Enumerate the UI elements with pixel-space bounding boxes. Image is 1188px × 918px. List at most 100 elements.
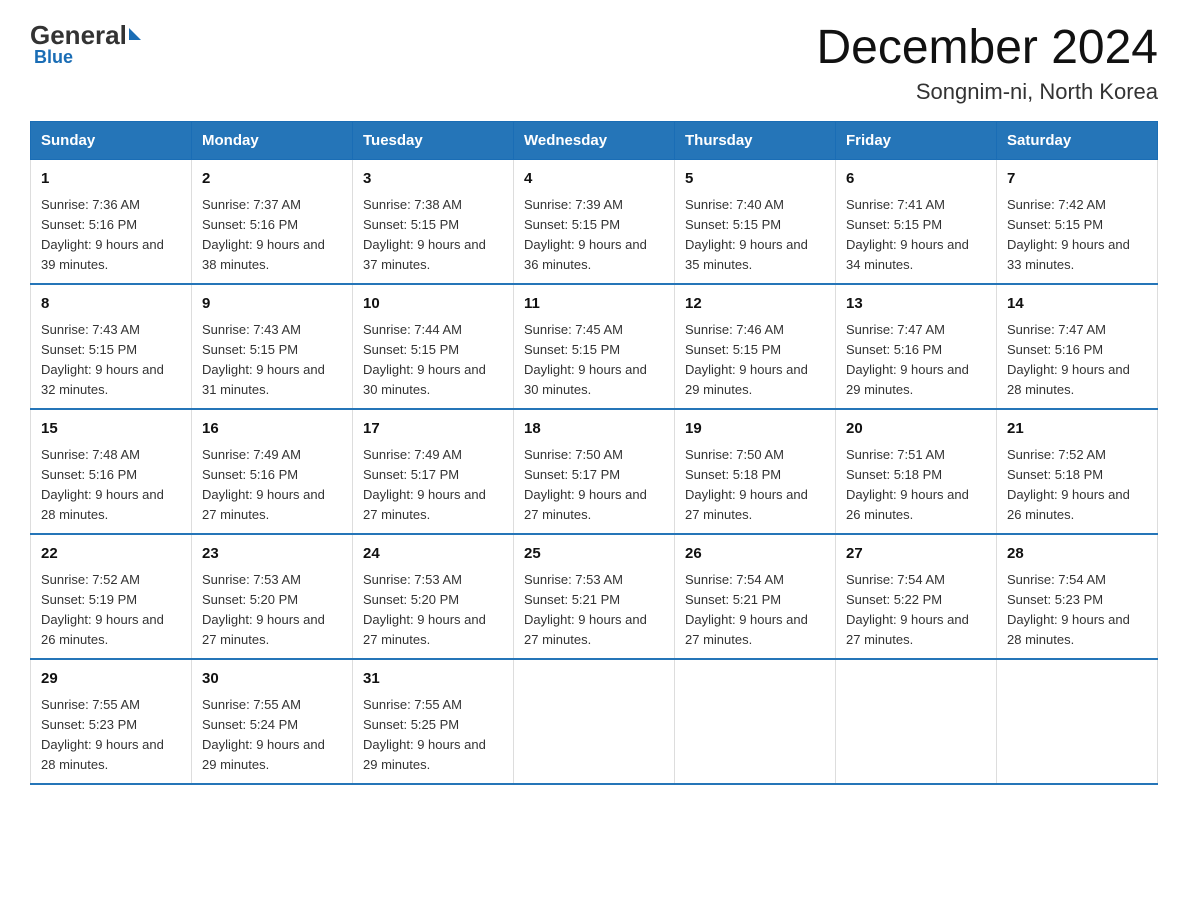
calendar-table: SundayMondayTuesdayWednesdayThursdayFrid… xyxy=(30,121,1158,785)
calendar-cell: 11 Sunrise: 7:45 AMSunset: 5:15 PMDayligh… xyxy=(514,284,675,409)
day-info: Sunrise: 7:46 AMSunset: 5:15 PMDaylight:… xyxy=(685,320,825,401)
day-number: 28 xyxy=(1007,543,1147,566)
day-number: 14 xyxy=(1007,293,1147,316)
day-number: 6 xyxy=(846,168,986,191)
calendar-cell: 12 Sunrise: 7:46 AMSunset: 5:15 PMDayligh… xyxy=(675,284,836,409)
day-info: Sunrise: 7:36 AMSunset: 5:16 PMDaylight:… xyxy=(41,195,181,276)
calendar-cell xyxy=(997,659,1158,784)
calendar-subtitle: Songnim-ni, North Korea xyxy=(816,79,1158,105)
header: General Blue December 2024 Songnim-ni, N… xyxy=(30,20,1158,105)
calendar-cell: 16Sunrise: 7:49 AMSunset: 5:16 PMDayligh… xyxy=(192,409,353,534)
calendar-cell: 25Sunrise: 7:53 AMSunset: 5:21 PMDayligh… xyxy=(514,534,675,659)
day-number: 7 xyxy=(1007,168,1147,191)
calendar-cell: 9 Sunrise: 7:43 AMSunset: 5:15 PMDaylight… xyxy=(192,284,353,409)
day-number: 26 xyxy=(685,543,825,566)
weekday-header-monday: Monday xyxy=(192,122,353,160)
calendar-body: 1Sunrise: 7:36 AMSunset: 5:16 PMDaylight… xyxy=(31,160,1158,785)
calendar-cell: 21 Sunrise: 7:52 AMSunset: 5:18 PMDayligh… xyxy=(997,409,1158,534)
calendar-cell: 1Sunrise: 7:36 AMSunset: 5:16 PMDaylight… xyxy=(31,160,192,285)
calendar-cell: 19Sunrise: 7:50 AMSunset: 5:18 PMDayligh… xyxy=(675,409,836,534)
day-info: Sunrise: 7:53 AMSunset: 5:21 PMDaylight:… xyxy=(524,570,664,651)
calendar-title: December 2024 xyxy=(816,20,1158,75)
day-number: 23 xyxy=(202,543,342,566)
calendar-week-row: 8Sunrise: 7:43 AMSunset: 5:15 PMDaylight… xyxy=(31,284,1158,409)
day-number: 2 xyxy=(202,168,342,191)
calendar-week-row: 22 Sunrise: 7:52 AMSunset: 5:19 PMDayligh… xyxy=(31,534,1158,659)
calendar-cell: 3 Sunrise: 7:38 AMSunset: 5:15 PMDaylight… xyxy=(353,160,514,285)
day-info: Sunrise: 7:52 AMSunset: 5:18 PMDaylight:… xyxy=(1007,445,1147,526)
day-number: 20 xyxy=(846,418,986,441)
day-number: 3 xyxy=(363,168,503,191)
day-number: 30 xyxy=(202,668,342,691)
calendar-cell xyxy=(514,659,675,784)
weekday-header-saturday: Saturday xyxy=(997,122,1158,160)
day-info: Sunrise: 7:55 AMSunset: 5:24 PMDaylight:… xyxy=(202,695,342,776)
weekday-header-thursday: Thursday xyxy=(675,122,836,160)
calendar-cell: 18 Sunrise: 7:50 AMSunset: 5:17 PMDayligh… xyxy=(514,409,675,534)
logo: General Blue xyxy=(30,20,141,68)
logo-triangle-icon xyxy=(129,28,141,40)
logo-blue-text: Blue xyxy=(34,47,73,68)
day-number: 29 xyxy=(41,668,181,691)
calendar-week-row: 15 Sunrise: 7:48 AMSunset: 5:16 PMDayligh… xyxy=(31,409,1158,534)
day-info: Sunrise: 7:53 AMSunset: 5:20 PMDaylight:… xyxy=(363,570,503,651)
day-info: Sunrise: 7:43 AMSunset: 5:15 PMDaylight:… xyxy=(202,320,342,401)
calendar-cell: 23Sunrise: 7:53 AMSunset: 5:20 PMDayligh… xyxy=(192,534,353,659)
day-number: 9 xyxy=(202,293,342,316)
day-number: 31 xyxy=(363,668,503,691)
day-info: Sunrise: 7:42 AMSunset: 5:15 PMDaylight:… xyxy=(1007,195,1147,276)
day-info: Sunrise: 7:55 AMSunset: 5:25 PMDaylight:… xyxy=(363,695,503,776)
day-info: Sunrise: 7:47 AMSunset: 5:16 PMDaylight:… xyxy=(1007,320,1147,401)
day-info: Sunrise: 7:52 AMSunset: 5:19 PMDaylight:… xyxy=(41,570,181,651)
calendar-cell: 30 Sunrise: 7:55 AMSunset: 5:24 PMDayligh… xyxy=(192,659,353,784)
calendar-cell: 26 Sunrise: 7:54 AMSunset: 5:21 PMDayligh… xyxy=(675,534,836,659)
calendar-cell: 10 Sunrise: 7:44 AMSunset: 5:15 PMDayligh… xyxy=(353,284,514,409)
calendar-cell xyxy=(675,659,836,784)
day-number: 16 xyxy=(202,418,342,441)
day-info: Sunrise: 7:50 AMSunset: 5:17 PMDaylight:… xyxy=(524,445,664,526)
day-number: 12 xyxy=(685,293,825,316)
day-number: 15 xyxy=(41,418,181,441)
day-info: Sunrise: 7:51 AMSunset: 5:18 PMDaylight:… xyxy=(846,445,986,526)
calendar-cell: 29 Sunrise: 7:55 AMSunset: 5:23 PMDayligh… xyxy=(31,659,192,784)
day-info: Sunrise: 7:54 AMSunset: 5:21 PMDaylight:… xyxy=(685,570,825,651)
calendar-header: SundayMondayTuesdayWednesdayThursdayFrid… xyxy=(31,122,1158,160)
day-info: Sunrise: 7:44 AMSunset: 5:15 PMDaylight:… xyxy=(363,320,503,401)
calendar-cell: 24Sunrise: 7:53 AMSunset: 5:20 PMDayligh… xyxy=(353,534,514,659)
weekday-header-friday: Friday xyxy=(836,122,997,160)
day-info: Sunrise: 7:38 AMSunset: 5:15 PMDaylight:… xyxy=(363,195,503,276)
weekday-header-wednesday: Wednesday xyxy=(514,122,675,160)
day-info: Sunrise: 7:49 AMSunset: 5:17 PMDaylight:… xyxy=(363,445,503,526)
calendar-cell xyxy=(836,659,997,784)
day-info: Sunrise: 7:54 AMSunset: 5:23 PMDaylight:… xyxy=(1007,570,1147,651)
calendar-cell: 31 Sunrise: 7:55 AMSunset: 5:25 PMDayligh… xyxy=(353,659,514,784)
day-number: 21 xyxy=(1007,418,1147,441)
day-info: Sunrise: 7:45 AMSunset: 5:15 PMDaylight:… xyxy=(524,320,664,401)
day-info: Sunrise: 7:54 AMSunset: 5:22 PMDaylight:… xyxy=(846,570,986,651)
day-number: 11 xyxy=(524,293,664,316)
calendar-week-row: 1Sunrise: 7:36 AMSunset: 5:16 PMDaylight… xyxy=(31,160,1158,285)
calendar-cell: 13 Sunrise: 7:47 AMSunset: 5:16 PMDayligh… xyxy=(836,284,997,409)
day-number: 13 xyxy=(846,293,986,316)
day-number: 17 xyxy=(363,418,503,441)
day-info: Sunrise: 7:37 AMSunset: 5:16 PMDaylight:… xyxy=(202,195,342,276)
calendar-cell: 15 Sunrise: 7:48 AMSunset: 5:16 PMDayligh… xyxy=(31,409,192,534)
calendar-cell: 20 Sunrise: 7:51 AMSunset: 5:18 PMDayligh… xyxy=(836,409,997,534)
calendar-cell: 27 Sunrise: 7:54 AMSunset: 5:22 PMDayligh… xyxy=(836,534,997,659)
day-number: 22 xyxy=(41,543,181,566)
calendar-cell: 4Sunrise: 7:39 AMSunset: 5:15 PMDaylight… xyxy=(514,160,675,285)
day-number: 27 xyxy=(846,543,986,566)
day-info: Sunrise: 7:40 AMSunset: 5:15 PMDaylight:… xyxy=(685,195,825,276)
calendar-cell: 8Sunrise: 7:43 AMSunset: 5:15 PMDaylight… xyxy=(31,284,192,409)
day-info: Sunrise: 7:47 AMSunset: 5:16 PMDaylight:… xyxy=(846,320,986,401)
day-info: Sunrise: 7:48 AMSunset: 5:16 PMDaylight:… xyxy=(41,445,181,526)
calendar-cell: 7 Sunrise: 7:42 AMSunset: 5:15 PMDaylight… xyxy=(997,160,1158,285)
day-number: 10 xyxy=(363,293,503,316)
day-info: Sunrise: 7:43 AMSunset: 5:15 PMDaylight:… xyxy=(41,320,181,401)
day-number: 19 xyxy=(685,418,825,441)
day-number: 18 xyxy=(524,418,664,441)
title-area: December 2024 Songnim-ni, North Korea xyxy=(816,20,1158,105)
day-info: Sunrise: 7:55 AMSunset: 5:23 PMDaylight:… xyxy=(41,695,181,776)
weekday-header-sunday: Sunday xyxy=(31,122,192,160)
calendar-cell: 22 Sunrise: 7:52 AMSunset: 5:19 PMDayligh… xyxy=(31,534,192,659)
